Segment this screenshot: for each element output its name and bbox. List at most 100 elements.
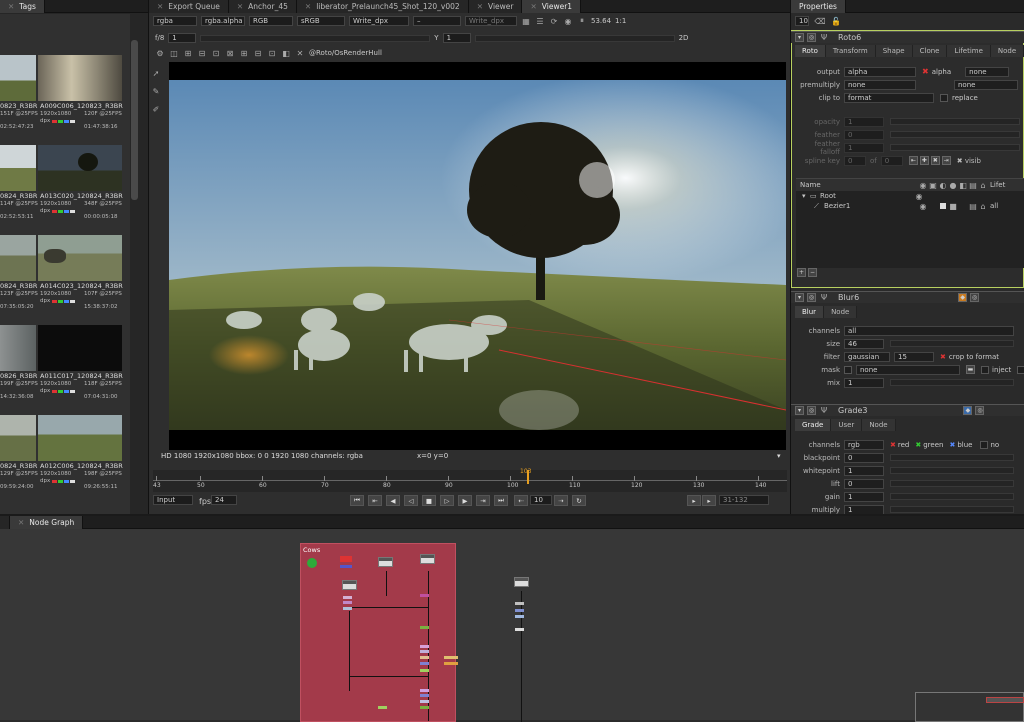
- float-icon[interactable]: ◎: [807, 406, 816, 415]
- clip-thumbnail[interactable]: [0, 235, 36, 281]
- grade-param-slider[interactable]: [890, 493, 1014, 500]
- tab-clone[interactable]: Clone: [913, 45, 948, 57]
- point-icon[interactable]: ⊡: [211, 48, 221, 58]
- premultiply-extra-dropdown[interactable]: none: [954, 79, 1018, 90]
- tab-shape[interactable]: Shape: [876, 45, 913, 57]
- tab-tags[interactable]: ✕ Tags: [0, 0, 45, 13]
- grade-node[interactable]: [420, 669, 429, 672]
- opacity-slider[interactable]: [890, 118, 1020, 125]
- merge-node[interactable]: [420, 656, 429, 659]
- green-checkbox[interactable]: ✖: [915, 441, 921, 449]
- display-dropdown[interactable]: RGB: [249, 16, 293, 26]
- prev-frame-button[interactable]: ◀: [386, 495, 400, 506]
- red-checkbox[interactable]: ✖: [890, 441, 896, 449]
- key-delete-icon[interactable]: ✖: [930, 156, 940, 165]
- falloff-field[interactable]: 1: [844, 142, 884, 153]
- read-node[interactable]: [378, 557, 393, 567]
- clip-thumbnail[interactable]: [38, 235, 122, 281]
- viewer-node-icon[interactable]: [307, 558, 317, 568]
- merge-node[interactable]: [343, 607, 352, 610]
- tab-export-queue[interactable]: ✕ Export Queue: [149, 0, 229, 13]
- brush-icon[interactable]: ✐: [151, 104, 161, 114]
- output-extra-dropdown[interactable]: none: [965, 66, 1010, 77]
- collapse-icon[interactable]: ▾: [795, 406, 804, 415]
- grade-param-slider[interactable]: [890, 506, 1014, 513]
- curve-icon[interactable]: ⊠: [225, 48, 235, 58]
- alpha-checkbox[interactable]: ✖: [922, 67, 929, 76]
- channels-dropdown[interactable]: rgba: [153, 16, 197, 26]
- color-icon[interactable]: ◆: [963, 406, 973, 415]
- close-icon[interactable]: ✕: [18, 518, 24, 527]
- close-icon[interactable]: ✕: [477, 2, 483, 11]
- transform-node[interactable]: [340, 556, 352, 562]
- spline-key-field[interactable]: 0: [844, 155, 866, 166]
- tab-user[interactable]: User: [831, 419, 863, 431]
- tab-properties[interactable]: Properties: [791, 0, 846, 13]
- visible-icon[interactable]: ◉: [914, 191, 924, 201]
- last-frame-button[interactable]: ⏭: [494, 495, 508, 506]
- select-icon[interactable]: ◫: [169, 48, 179, 58]
- read-node[interactable]: [420, 554, 435, 564]
- clip-thumbnail[interactable]: [38, 415, 122, 461]
- stop-button[interactable]: ■: [422, 495, 436, 506]
- merge-node[interactable]: [515, 602, 524, 605]
- output-dropdown[interactable]: alpha: [844, 66, 916, 77]
- merge-node[interactable]: [420, 662, 429, 665]
- lock-icon[interactable]: ◉: [563, 16, 573, 26]
- grade-node[interactable]: [378, 706, 387, 709]
- visible-toggle[interactable]: ✖ visib: [957, 157, 981, 165]
- replace-checkbox[interactable]: [940, 93, 948, 102]
- ratio-value[interactable]: 1:1: [615, 17, 626, 25]
- link-icon[interactable]: ⊞: [239, 48, 249, 58]
- none-checkbox[interactable]: [980, 440, 989, 449]
- clip-thumbnail[interactable]: [0, 145, 36, 191]
- motion-blur-icon[interactable]: ⌂: [978, 201, 988, 211]
- key-next-icon[interactable]: ⇥: [941, 156, 951, 165]
- grade-channels-dropdown[interactable]: rgb: [844, 439, 884, 450]
- prev-keyframe-button[interactable]: ⇤: [368, 495, 382, 506]
- options-icon[interactable]: ◎: [970, 293, 980, 302]
- tab-prev[interactable]: [0, 515, 10, 529]
- tab-script[interactable]: ✕ liberator_Prelaunch45_Shot_120_v002: [296, 0, 469, 13]
- float-icon[interactable]: ◎: [807, 33, 816, 42]
- roto-node-name[interactable]: Roto6: [838, 33, 861, 42]
- invert-icon[interactable]: [958, 201, 968, 211]
- blur-node-name[interactable]: Blur6: [838, 293, 859, 302]
- inject-checkbox[interactable]: [981, 365, 989, 374]
- tab-node-graph[interactable]: ✕ Node Graph: [10, 515, 84, 529]
- close-icon[interactable]: ✕: [157, 2, 163, 11]
- grade-param-field[interactable]: 0: [844, 478, 884, 489]
- invert-checkbox[interactable]: [1017, 365, 1024, 374]
- merge-node[interactable]: [420, 694, 429, 697]
- grade-param-slider[interactable]: [890, 454, 1014, 461]
- merge-node[interactable]: [420, 700, 429, 703]
- clip-thumbnail[interactable]: [38, 55, 122, 101]
- tab-lifetime[interactable]: Lifetime: [947, 45, 991, 57]
- layer-row-bezier[interactable]: ⟋ Bezier1 ◉ ■ ▤ ⌂ all: [796, 201, 1024, 211]
- blend-icon[interactable]: ▤: [968, 201, 978, 211]
- grade-node[interactable]: [420, 706, 429, 709]
- gamma-slider[interactable]: [474, 34, 675, 42]
- visible-icon[interactable]: ◉: [918, 201, 928, 211]
- float-icon[interactable]: ◎: [807, 293, 816, 302]
- tab-blur[interactable]: Blur: [795, 306, 825, 318]
- step-forward-button[interactable]: ⇢: [554, 495, 568, 506]
- merge-node[interactable]: [515, 609, 524, 612]
- bin-scrollbar[interactable]: [131, 40, 138, 200]
- play-backward-button[interactable]: ◁: [404, 495, 418, 506]
- merge-node[interactable]: [420, 594, 429, 597]
- fps-field[interactable]: 24: [211, 495, 237, 505]
- range-toggle-button[interactable]: ▸: [687, 495, 701, 506]
- grade-node[interactable]: [420, 626, 429, 629]
- read-node[interactable]: [514, 577, 529, 587]
- clip-thumbnail[interactable]: [38, 145, 122, 191]
- grid-icon[interactable]: ▦: [521, 16, 531, 26]
- gain-field[interactable]: 1: [168, 33, 197, 43]
- max-panels-field[interactable]: 10: [795, 16, 809, 26]
- transform-icon[interactable]: ⊞: [183, 48, 193, 58]
- read-node[interactable]: [342, 580, 357, 590]
- timeline[interactable]: 43 50 60 70 80 90 100 110 120 130 140 103: [153, 468, 787, 492]
- pause-icon[interactable]: ⏸: [577, 16, 587, 26]
- expand-icon[interactable]: ▾: [802, 192, 810, 200]
- colorspace-dropdown[interactable]: sRGB: [297, 16, 345, 26]
